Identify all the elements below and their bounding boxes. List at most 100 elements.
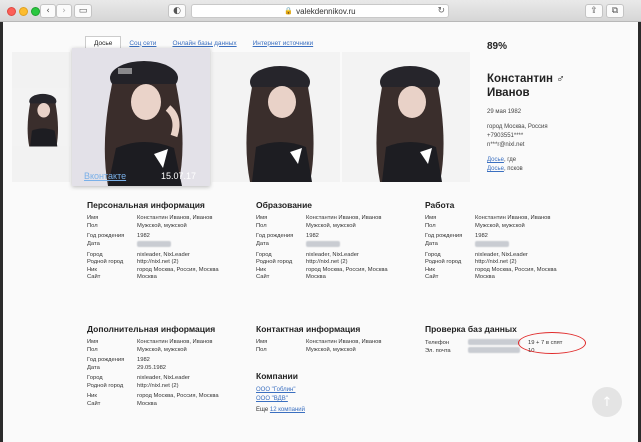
redacted-value bbox=[137, 240, 171, 247]
field-value: Мужской, мужской bbox=[137, 346, 187, 353]
info-row: Имя Константин Иванов, Иванов bbox=[256, 215, 426, 223]
profile-dossier-line-1: Досье, где bbox=[487, 156, 637, 165]
profile-details: 29 мая 1982 город Москва, Россия +790355… bbox=[487, 108, 637, 174]
field-label: Сайт bbox=[256, 274, 270, 281]
zoom-window-button[interactable] bbox=[31, 7, 40, 16]
field-label: Пол bbox=[87, 346, 98, 353]
field-value: Москва bbox=[137, 400, 157, 407]
info-row: Сайт Москва bbox=[87, 401, 257, 409]
info-row: Пол Мужской, мужской bbox=[256, 223, 426, 231]
field-label: Имя bbox=[87, 339, 99, 345]
more-companies-prefix: Еще bbox=[256, 407, 269, 413]
field-value: 1982 bbox=[306, 233, 319, 239]
field-label: Дата bbox=[425, 240, 438, 247]
field-value: Москва bbox=[475, 274, 495, 281]
field-label: Год рождения bbox=[87, 357, 125, 363]
field-label: Ник bbox=[425, 266, 435, 273]
close-window-button[interactable] bbox=[7, 7, 16, 16]
dossier-link[interactable]: Досье bbox=[487, 166, 504, 172]
info-row: Город nixleader, NixLeader bbox=[425, 252, 595, 260]
main-profile-photo[interactable]: Вконтакте 15.07.17 bbox=[72, 48, 210, 186]
browser-window: ‹ › ▭ ◐ 🔒 valekdennikov.ru ↻ ⇪ ⧉ Досье С… bbox=[0, 0, 641, 442]
info-row: Сайт Москва bbox=[256, 274, 426, 282]
field-value: nixleader, NixLeader bbox=[137, 375, 190, 381]
field-label: Пол bbox=[87, 222, 98, 229]
field-value: 1982 bbox=[475, 233, 488, 239]
sidebar-icon[interactable]: ▭ bbox=[74, 4, 92, 18]
arrow-up-icon[interactable]: ↑ bbox=[592, 387, 622, 417]
minimize-window-button[interactable] bbox=[19, 7, 28, 16]
field-value: 1982 bbox=[137, 357, 150, 363]
profile-summary: Константин ♂ Иванов 29 мая 1982 город Мо… bbox=[487, 72, 637, 174]
info-row: Родной город http://nixl.net (2) bbox=[87, 383, 257, 391]
photo-thumbnail[interactable] bbox=[212, 52, 340, 182]
info-row: Пол Мужской, мужской bbox=[256, 347, 426, 355]
company-link[interactable]: ООО "Гоблин" bbox=[256, 386, 305, 395]
company-link[interactable]: ООО "ВДВ" bbox=[256, 395, 305, 404]
photo-thumbnail[interactable] bbox=[342, 52, 470, 182]
chevron-right-icon[interactable]: › bbox=[56, 4, 72, 18]
dossier-link-suffix: , псков bbox=[503, 166, 523, 172]
field-label: Город bbox=[425, 251, 441, 258]
profile-birth: 29 мая 1982 bbox=[487, 109, 522, 115]
profile-phone: +7903551**** bbox=[487, 133, 524, 139]
redacted-value bbox=[468, 347, 520, 354]
redacted-value bbox=[468, 339, 520, 346]
field-label: Сайт bbox=[87, 400, 101, 407]
url-text: valekdennikov.ru bbox=[296, 6, 356, 16]
field-label: Пол bbox=[256, 346, 267, 353]
field-label: Дата bbox=[256, 240, 269, 247]
info-row: Дата bbox=[87, 240, 257, 249]
field-value: Константин Иванов, Иванов bbox=[306, 339, 382, 345]
info-row: Ник город Москва, Россия, Москва bbox=[425, 267, 595, 275]
share-icon[interactable]: ⇪ bbox=[585, 4, 603, 18]
reload-icon[interactable]: ↻ bbox=[437, 6, 445, 16]
field-label: Ник bbox=[256, 266, 266, 273]
info-row: Пол Мужской, мужской bbox=[425, 223, 595, 231]
section-title: Образование bbox=[256, 200, 313, 210]
field-value: nixleader, NixLeader bbox=[475, 251, 528, 258]
profile-email: n***r@nixl.net bbox=[487, 142, 525, 148]
field-label: Год рождения bbox=[425, 233, 463, 239]
more-companies-link[interactable]: 12 компаний bbox=[270, 407, 305, 413]
info-row: Сайт Москва bbox=[87, 274, 257, 282]
chevron-left-icon[interactable]: ‹ bbox=[40, 4, 56, 18]
field-value: город Москва, Россия, Москва bbox=[137, 393, 219, 399]
section-title: Дополнительная информация bbox=[87, 324, 216, 334]
field-value: Константин Иванов, Иванов bbox=[475, 215, 551, 221]
field-value bbox=[306, 240, 426, 249]
field-label: Имя bbox=[87, 215, 99, 221]
photo-source-link[interactable]: Вконтакте bbox=[84, 171, 126, 181]
field-label: Ник bbox=[87, 393, 97, 399]
info-row: Дата bbox=[425, 240, 595, 249]
field-value: город Москва, Россия, Москва bbox=[137, 266, 219, 273]
field-label: Город bbox=[256, 251, 272, 258]
tab-internet-sources[interactable]: Интернет источники bbox=[245, 37, 322, 50]
dossier-link[interactable]: Досье bbox=[487, 157, 504, 163]
info-row: Пол Мужской, мужской bbox=[87, 347, 257, 355]
field-value: nixleader, NixLeader bbox=[306, 251, 359, 258]
field-label: Родной город bbox=[256, 259, 293, 266]
field-label: Телефон bbox=[425, 340, 450, 346]
info-row: Родной город http://nixl.net (2) bbox=[87, 259, 257, 267]
field-value: город Москва, Россия, Москва bbox=[475, 266, 557, 273]
field-label: Год рождения bbox=[256, 233, 294, 239]
field-value: Москва bbox=[137, 274, 157, 281]
field-value: http://nixl.net (2) bbox=[306, 259, 348, 266]
info-row: Ник город Москва, Россия, Москва bbox=[87, 393, 257, 401]
work-section: Работа Имя Константин Иванов, Иванов Пол М… bbox=[425, 200, 595, 282]
redacted-value bbox=[306, 240, 340, 247]
shield-icon[interactable]: ◐ bbox=[168, 4, 186, 18]
field-value: 1982 bbox=[137, 233, 150, 239]
browser-toolbar: ‹ › ▭ ◐ 🔒 valekdennikov.ru ↻ ⇪ ⧉ bbox=[0, 0, 641, 22]
field-value: 29.05.1982 bbox=[137, 364, 167, 371]
photo-thumbnail[interactable] bbox=[12, 52, 70, 182]
tabs-icon[interactable]: ⧉ bbox=[606, 4, 624, 18]
field-label: Дата bbox=[87, 364, 100, 371]
field-label: Город bbox=[87, 375, 103, 381]
more-companies: Еще 12 компаний bbox=[256, 406, 305, 415]
info-row: Ник город Москва, Россия, Москва bbox=[87, 267, 257, 275]
info-row: Имя Константин Иванов, Иванов bbox=[425, 215, 595, 223]
address-bar[interactable]: 🔒 valekdennikov.ru ↻ bbox=[191, 4, 449, 18]
window-edge-left bbox=[0, 22, 3, 442]
